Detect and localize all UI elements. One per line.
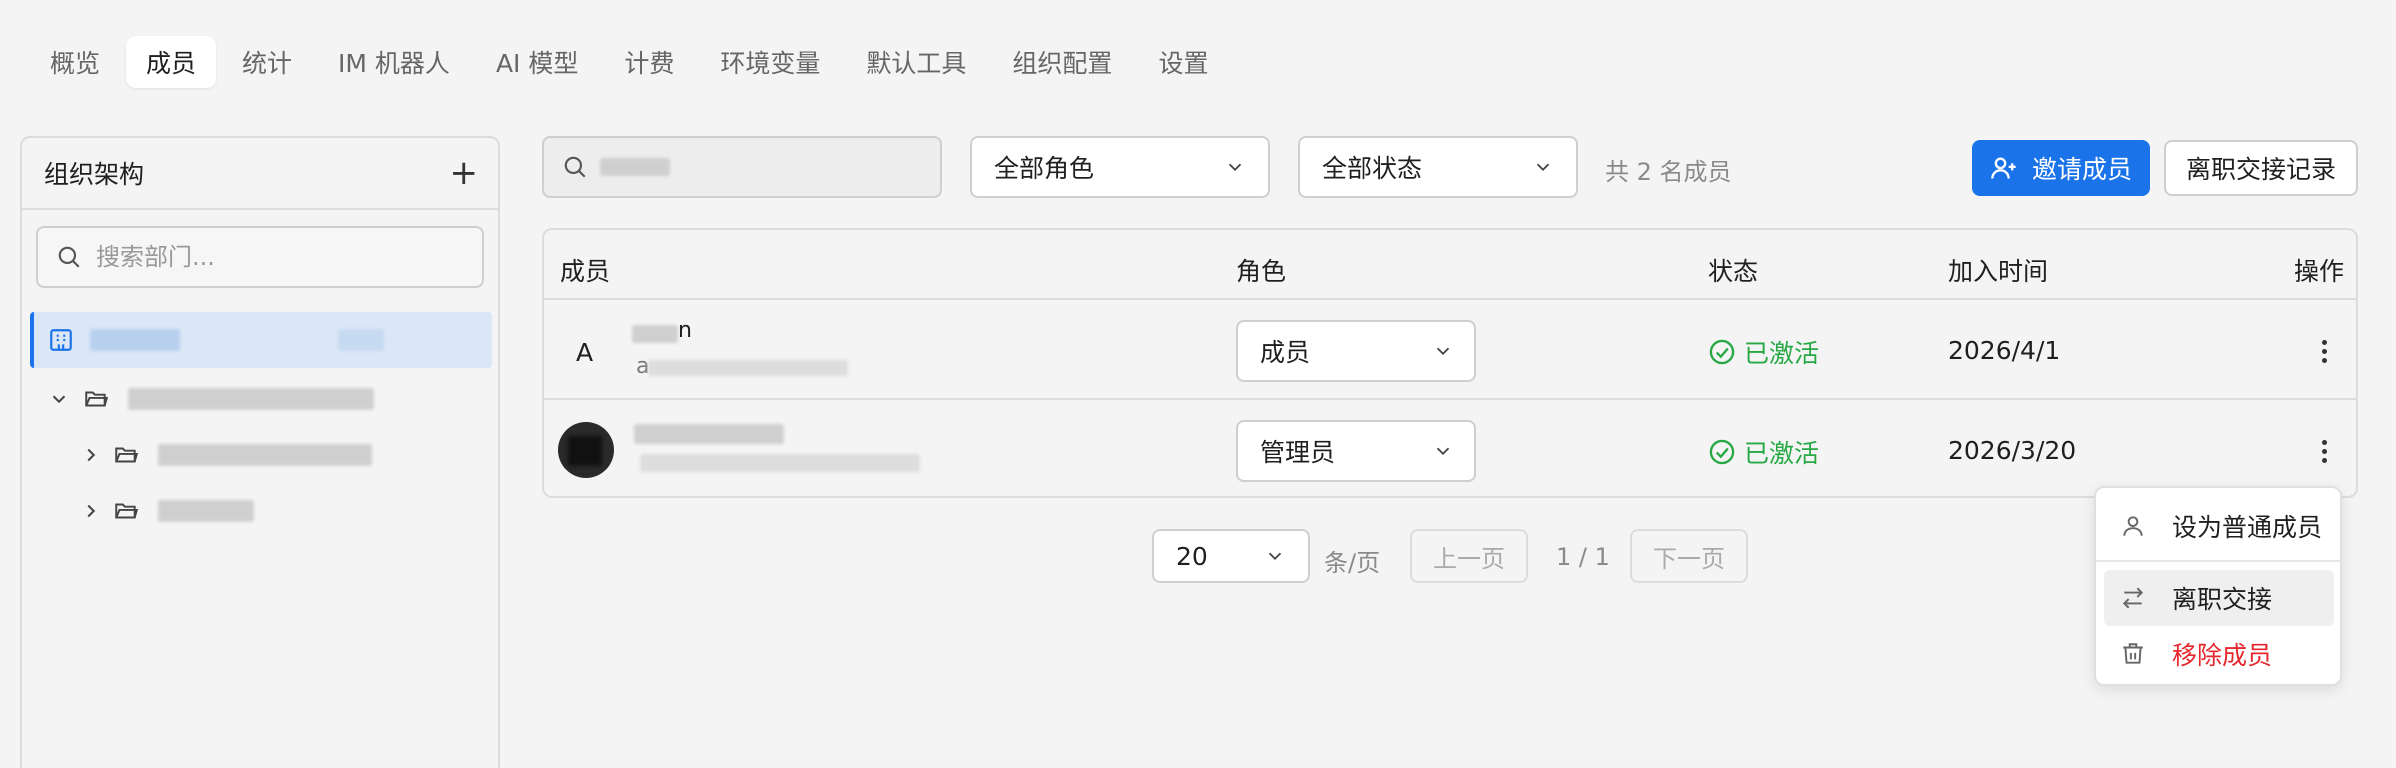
tab-members[interactable]: 成员	[126, 36, 217, 88]
redacted-member-email	[648, 360, 848, 376]
status-badge: 已激活	[1708, 434, 1819, 470]
menu-item-remove-member[interactable]: 移除成员	[2104, 626, 2334, 682]
add-department-button[interactable]: +	[450, 156, 479, 190]
org-panel-header: 组织架构 +	[22, 138, 498, 210]
tab-overview[interactable]: 概览	[30, 36, 120, 88]
more-actions-icon[interactable]	[2312, 434, 2336, 468]
member-count: 共 2 名成员	[1605, 158, 1732, 186]
department-search-box[interactable]	[36, 226, 484, 288]
joined-date: 2026/4/1	[1948, 336, 2061, 365]
check-circle-icon	[1709, 339, 1735, 365]
user-plus-icon	[1991, 157, 2016, 179]
redacted-member-name	[634, 424, 784, 444]
tab-default-tools[interactable]: 默认工具	[846, 36, 986, 88]
menu-item-set-regular-member[interactable]: 设为普通成员	[2104, 498, 2334, 554]
folder-icon	[115, 503, 139, 519]
org-structure-panel: 组织架构 +	[20, 136, 500, 768]
chevron-down-icon	[1228, 163, 1242, 172]
search-icon	[564, 156, 586, 178]
top-nav: 概览 成员 统计 IM 机器人 AI 模型 计费 环境变量 默认工具 组织配置 …	[30, 36, 1228, 88]
tab-im-bot[interactable]: IM 机器人	[318, 36, 470, 88]
menu-item-label: 移除成员	[2172, 641, 2273, 670]
column-header-member: 成员	[560, 257, 611, 286]
menu-item-label: 离职交接	[2172, 585, 2273, 614]
redacted-subdepartment-name	[158, 444, 372, 466]
column-header-actions: 操作	[2294, 257, 2345, 286]
tree-item-subdepartment-2[interactable]	[80, 486, 480, 536]
status-filter-select[interactable]: 全部状态	[1298, 136, 1578, 198]
next-page-button[interactable]: 下一页	[1630, 529, 1748, 583]
org-panel-title: 组织架构	[44, 160, 145, 189]
chevron-right-icon[interactable]	[80, 500, 102, 522]
chevron-down-icon[interactable]	[48, 388, 70, 410]
folder-icon	[115, 447, 139, 463]
menu-divider	[2096, 560, 2340, 562]
row-divider	[544, 398, 2356, 400]
tree-item-department[interactable]	[48, 374, 468, 424]
tab-ai-model[interactable]: AI 模型	[476, 36, 598, 88]
column-header-role: 角色	[1236, 257, 1287, 286]
role-filter-select[interactable]: 全部角色	[970, 136, 1270, 198]
prev-page-button[interactable]: 上一页	[1410, 529, 1528, 583]
search-icon	[58, 246, 80, 268]
member-search-box[interactable]	[542, 136, 942, 198]
role-select[interactable]: 管理员	[1236, 420, 1476, 482]
tab-settings[interactable]: 设置	[1138, 36, 1228, 88]
tab-stats[interactable]: 统计	[222, 36, 312, 88]
redacted-member-name	[632, 325, 678, 343]
avatar: A	[576, 338, 594, 367]
column-header-status: 状态	[1708, 257, 1759, 286]
tree-item-subdepartment-1[interactable]	[80, 430, 480, 480]
more-actions-icon[interactable]	[2312, 334, 2336, 368]
chevron-down-icon	[1268, 552, 1282, 561]
invite-member-label: 邀请成员	[2031, 155, 2132, 184]
role-select[interactable]: 成员	[1236, 320, 1476, 382]
joined-date: 2026/3/20	[1948, 436, 2077, 465]
redacted-search-value	[600, 158, 670, 176]
redacted-org-name	[90, 329, 180, 351]
column-header-joined: 加入时间	[1948, 257, 2049, 286]
redacted-subdepartment-name	[158, 500, 254, 522]
trash-icon	[2123, 643, 2143, 664]
chevron-down-icon	[1436, 347, 1450, 356]
role-filter-value: 全部角色	[994, 154, 1095, 183]
building-icon	[50, 329, 72, 351]
swap-icon	[2122, 587, 2144, 609]
member-actions-menu: 设为普通成员 离职交接 移除成员	[2094, 486, 2342, 686]
status-badge: 已激活	[1708, 334, 1819, 370]
status-filter-value: 全部状态	[1322, 154, 1423, 183]
tab-env-vars[interactable]: 环境变量	[700, 36, 840, 88]
page-size-value: 20	[1176, 541, 1208, 571]
redacted-org-extra	[338, 329, 384, 351]
chevron-right-icon[interactable]	[80, 444, 102, 466]
tree-item-root[interactable]	[30, 312, 492, 368]
redacted-department-name	[128, 388, 374, 410]
chevron-down-icon	[1536, 163, 1550, 172]
handover-records-button[interactable]: 离职交接记录	[2164, 140, 2358, 196]
per-page-label: 条/页	[1324, 549, 1381, 577]
chevron-down-icon	[1436, 447, 1450, 456]
check-circle-icon	[1709, 439, 1735, 465]
department-search-input[interactable]	[96, 243, 456, 271]
user-icon	[2123, 516, 2143, 536]
status-text: 已激活	[1744, 339, 1820, 368]
tab-billing[interactable]: 计费	[604, 36, 694, 88]
tab-org-config[interactable]: 组织配置	[992, 36, 1132, 88]
invite-member-button[interactable]: 邀请成员	[1972, 140, 2150, 196]
role-select-value: 成员	[1260, 338, 1311, 367]
avatar	[558, 422, 614, 478]
member-name-fragment: n	[678, 318, 692, 343]
menu-item-label: 设为普通成员	[2172, 513, 2323, 542]
header-divider	[544, 298, 2356, 300]
role-select-value: 管理员	[1260, 438, 1336, 467]
redacted-member-email	[640, 454, 920, 472]
status-text: 已激活	[1744, 439, 1820, 468]
folder-open-icon	[85, 391, 109, 407]
menu-item-handover[interactable]: 离职交接	[2104, 570, 2334, 626]
page-size-select[interactable]: 20	[1152, 529, 1310, 583]
members-table: 成员 角色 状态 加入时间 操作 A n a 成员 已激活 2026/4/1 管…	[542, 228, 2358, 498]
page-info: 1 / 1	[1556, 543, 1610, 571]
